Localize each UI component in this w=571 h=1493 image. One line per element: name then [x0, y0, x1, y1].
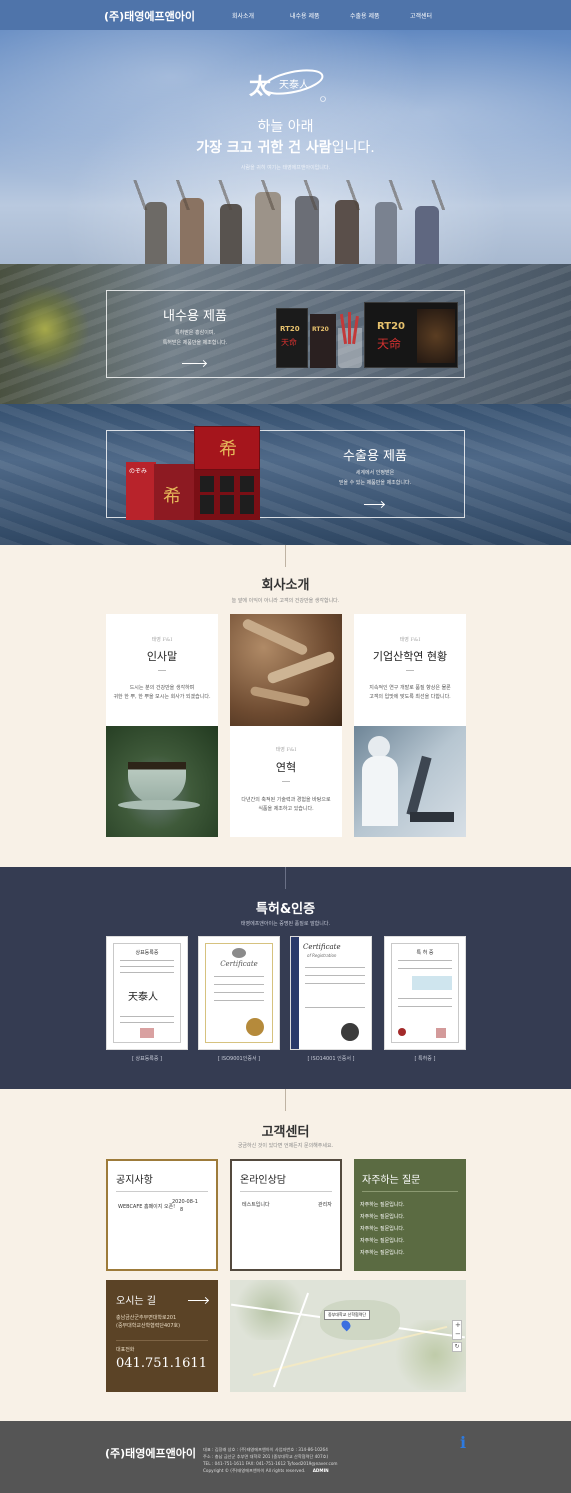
customer-section-title: 고객센터	[261, 1125, 310, 1140]
export-desc-1: 세계에서 인정받은	[355, 470, 395, 476]
card-history[interactable]: 태영 F&I 연혁 다년간의 축적된 기술력과 경험을 바탕으로 식품을 제조하…	[230, 726, 342, 837]
nav-company[interactable]: 회사소개	[232, 11, 254, 20]
product-box-nozomi: のぞみ	[126, 462, 156, 520]
cert-section-title: 특허&인증	[255, 902, 316, 917]
faq-title: 자주하는 질문	[362, 1175, 421, 1186]
cert-iso9001[interactable]: Certificate	[198, 936, 280, 1050]
site-footer: (주)태영에프앤아이 대표 : 김장래 상호 : (주)태영에프앤아이 사업자번…	[0, 1421, 571, 1493]
export-product-banner[interactable]: 수출용 제품 세계에서 인정받은 믿을 수 있는 제품만을 제조합니다. のぞみ…	[0, 404, 571, 545]
domestic-arrow-icon[interactable]	[182, 363, 206, 364]
location-title: 오시는 길	[116, 1296, 156, 1307]
site-header: (주)태영에프앤아이 회사소개 내수용 제품 수출용 제품 고객센터	[0, 0, 571, 30]
image-laboratory	[354, 726, 466, 837]
nav-domestic[interactable]: 내수용 제품	[290, 11, 320, 20]
product-sticks-glass	[338, 312, 362, 368]
notice-item[interactable]: WEBCAFE 홈페이지 오픈!	[118, 1203, 175, 1210]
map-zoom-control: + −	[452, 1320, 462, 1340]
notice-title: 공지사항	[116, 1175, 153, 1186]
image-ginseng-roots	[230, 614, 342, 726]
product-box-rt20-small: RT20 天命	[276, 308, 308, 368]
cert-caption-1: [ 상표등록증 ]	[131, 1056, 163, 1062]
export-arrow-icon[interactable]	[364, 504, 384, 505]
faq-item-2[interactable]: 자주하는 질문입니다.	[360, 1213, 405, 1220]
faq-item-3[interactable]: 자주하는 질문입니다.	[360, 1225, 405, 1232]
image-tea-cup	[106, 726, 218, 837]
map-refresh-icon[interactable]: ↻	[452, 1342, 462, 1352]
customer-section-subtitle: 궁금하신 것이 있다면 언제든지 문의해주세요.	[237, 1143, 334, 1149]
product-box-rt20-mid: RT20	[310, 314, 336, 368]
domestic-desc-2: 특허받은 제품만을 제조합니다.	[162, 340, 228, 346]
consult-author: 관리자	[318, 1202, 332, 1208]
map-marker-label: 중부대학교 산학협력단	[324, 1310, 371, 1320]
map-view[interactable]: 중부대학교 산학협력단 + − ↻	[230, 1280, 466, 1392]
cert-trademark[interactable]: 상표등록증 天泰人	[106, 936, 188, 1050]
location-addr-2: (중부대학교산학협력단407호)	[116, 1323, 181, 1329]
product-gift-box-lid: 希	[194, 426, 260, 470]
people-silhouettes	[125, 180, 455, 264]
cert-caption-2: [ ISO9001인증서 ]	[217, 1056, 261, 1062]
cert-patent[interactable]: 특 허 증	[384, 936, 466, 1050]
domestic-product-banner[interactable]: 내수용 제품 특허받은 홍삼이며, 특허받은 제품만을 제조합니다. RT20 …	[0, 264, 571, 404]
admin-link[interactable]: ADMIN	[313, 1468, 329, 1473]
brand-logo-mark: 太 天泰人	[249, 69, 326, 102]
footer-contact: TEL : 041-751-1611 FAX: 041-751-1612 Tyf…	[203, 1461, 338, 1466]
footer-copyright: Copyright © (주)태영에프앤아이 All rights reserv…	[203, 1468, 329, 1473]
nav-customer[interactable]: 고객센터	[410, 11, 432, 20]
company-section-subtitle: 늘 앞에 이익이 아니라 고객의 건강만을 생각합니다.	[231, 598, 340, 604]
faq-item-1[interactable]: 자주하는 질문입니다.	[360, 1201, 405, 1208]
hero-line2: 가장 크고 귀한 건 사람입니다.	[196, 140, 375, 156]
cert-section-subtitle: 태영에프앤아이는 증명된 품질로 말합니다.	[240, 921, 331, 927]
consult-box[interactable]: 온라인상담 테스트입니다 관리자	[230, 1159, 342, 1271]
cert-iso14001[interactable]: Certificate of Registration	[290, 936, 372, 1050]
notice-date: 2020-08-1	[172, 1199, 198, 1205]
domestic-desc-1: 특허받은 홍삼이며,	[175, 330, 215, 336]
product-box-rt20-large: RT20 天命	[364, 302, 458, 368]
brand-text: 天泰人	[279, 78, 309, 91]
hero-banner: 太 天泰人 하늘 아래 가장 크고 귀한 건 사람입니다. 사람을 귀히 여기는…	[0, 30, 571, 264]
export-title: 수출용 제품	[343, 449, 407, 464]
location-box[interactable]: 오시는 길 충남금산군추부면대학로201 (중부대학교산학협력단407호) 대표…	[106, 1280, 218, 1392]
hero-line1: 하늘 아래	[257, 119, 314, 135]
hero-subtitle: 사람을 귀히 여기는 태영에프앤아이입니다.	[240, 165, 331, 171]
card-greeting-title: 인사말	[146, 650, 178, 663]
card-research[interactable]: 태영 F&I 기업산학연 현황 지속적인 연구 개발로 품질 향상은 물론 고객…	[354, 614, 466, 726]
footer-company-info: 대표 : 김장래 상호 : (주)태영에프앤아이 사업자번호 : 314-86-…	[203, 1447, 328, 1452]
svg-text:太: 太	[249, 74, 272, 100]
domestic-title: 내수용 제품	[163, 309, 227, 324]
product-box-hi-red: 希	[154, 464, 194, 520]
info-icon[interactable]: i	[460, 1433, 466, 1452]
phone-number: 041.751.1611	[116, 1356, 207, 1371]
phone-label: 대표전화	[116, 1347, 135, 1353]
consult-item[interactable]: 테스트입니다	[242, 1201, 270, 1208]
footer-logo: (주)태영에프앤아이	[105, 1447, 197, 1460]
site-logo[interactable]: (주)태영에프앤아이	[104, 8, 195, 24]
zoom-out-button[interactable]: −	[455, 1330, 461, 1338]
consult-title: 온라인상담	[240, 1175, 286, 1186]
faq-item-5[interactable]: 자주하는 질문입니다.	[360, 1249, 405, 1256]
zoom-in-button[interactable]: +	[455, 1321, 461, 1329]
company-section-title: 회사소개	[261, 578, 310, 593]
location-arrow-icon[interactable]	[188, 1300, 208, 1301]
nav-export[interactable]: 수출용 제품	[350, 11, 380, 20]
cert-section: 특허&인증 태영에프앤아이는 증명된 품질로 말합니다. 상표등록증 天泰人 […	[0, 867, 571, 1089]
cert-caption-3: [ ISO14001 인증서 ]	[307, 1056, 355, 1062]
faq-item-4[interactable]: 자주하는 질문입니다.	[360, 1237, 405, 1244]
card-history-title: 연혁	[275, 761, 297, 774]
product-gift-box-jars	[194, 470, 260, 520]
card-research-title: 기업산학연 현황	[372, 650, 448, 663]
notice-box[interactable]: 공지사항 WEBCAFE 홈페이지 오픈! 2020-08-1 8	[106, 1159, 218, 1271]
export-desc-2: 믿을 수 있는 제품만을 제조합니다.	[338, 480, 412, 486]
faq-box[interactable]: 자주하는 질문 자주하는 질문입니다. 자주하는 질문입니다. 자주하는 질문입…	[354, 1159, 466, 1271]
card-greeting[interactable]: 태영 F&I 인사말 드시는 분의 건강만을 생각하며 귀한 한 뿌, 한 뿌을…	[106, 614, 218, 726]
cert-caption-4: [ 특허증 ]	[414, 1056, 436, 1062]
location-addr-1: 충남금산군추부면대학로201	[116, 1315, 177, 1321]
footer-address: 주소 : 충남 금산군 추부면 대학로 201 (중부대학교 산학협력단 407…	[203, 1454, 329, 1459]
